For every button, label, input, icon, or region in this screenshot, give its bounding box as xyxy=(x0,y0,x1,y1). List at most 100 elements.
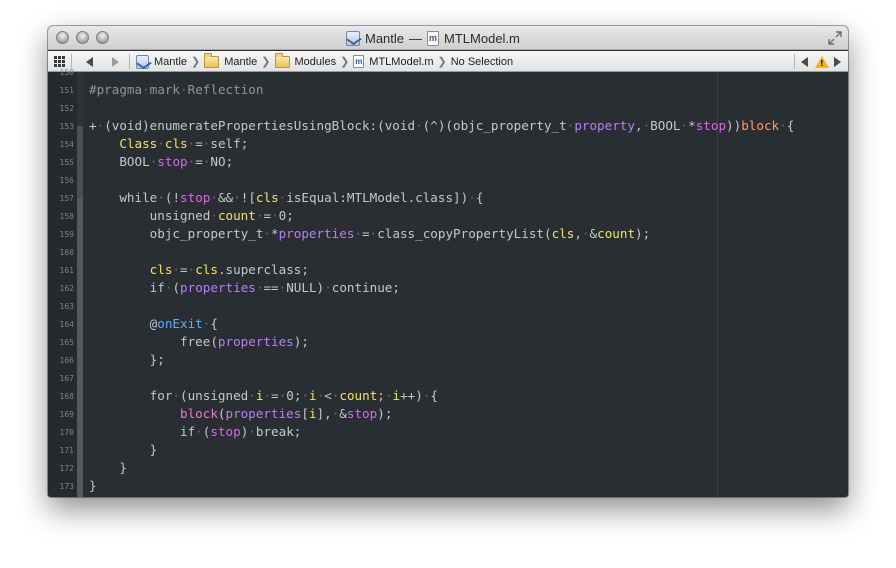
code-token: block xyxy=(180,406,218,421)
line-number: 162 xyxy=(59,284,74,293)
code-line[interactable]: cls·=·cls.superclass; xyxy=(89,261,309,279)
issue-indicator[interactable]: ! xyxy=(815,51,829,72)
line-number: 171 xyxy=(59,446,74,455)
code-token: NULL) xyxy=(286,280,325,295)
code-token: )) xyxy=(726,118,742,133)
code-token: { xyxy=(430,388,439,403)
zoom-button[interactable] xyxy=(96,31,109,44)
code-token: count xyxy=(217,208,256,223)
fullscreen-icon[interactable] xyxy=(828,31,842,45)
line-number: 159 xyxy=(59,230,74,239)
code-line[interactable]: +·(void)enumeratePropertiesUsingBlock:(v… xyxy=(89,117,794,135)
close-button[interactable] xyxy=(56,31,69,44)
code-line[interactable]: } xyxy=(89,441,158,459)
breadcrumb-project[interactable]: Mantle xyxy=(154,56,187,68)
objc-file-icon: m xyxy=(427,30,440,46)
code-token: && xyxy=(217,190,234,205)
window-title: Mantle — m MTLModel.m xyxy=(346,30,520,46)
code-line[interactable]: if·(stop)·break; xyxy=(89,423,301,441)
code-token: ( xyxy=(217,406,226,421)
code-token: } xyxy=(89,478,97,493)
code-token: count xyxy=(597,226,636,241)
line-number: 150 xyxy=(59,68,74,77)
code-token: cls xyxy=(164,136,188,151)
line-number: 165 xyxy=(59,338,74,347)
code-token: == xyxy=(263,280,279,295)
code-token: .superclass; xyxy=(217,262,309,277)
code-line[interactable]: unsigned·count·=·0; xyxy=(89,207,294,225)
code-line[interactable]: free(properties); xyxy=(89,333,309,351)
code-line[interactable]: } xyxy=(89,459,127,477)
breadcrumb-file[interactable]: MTLModel.m xyxy=(369,56,433,68)
next-issue-button[interactable] xyxy=(834,51,841,72)
code-token: & xyxy=(339,406,347,421)
code-token: if xyxy=(149,280,165,295)
code-token: · xyxy=(195,424,203,439)
line-number: 168 xyxy=(59,392,74,401)
code-token: ); xyxy=(377,406,393,421)
code-line[interactable]: BOOL·stop·=·NO; xyxy=(89,153,233,171)
code-token: (unsigned xyxy=(180,388,249,403)
code-token: * xyxy=(271,226,279,241)
title-bar: Mantle — m MTLModel.m xyxy=(48,26,848,50)
line-number: 163 xyxy=(59,302,74,311)
warning-icon: ! xyxy=(815,55,829,68)
code-token: · xyxy=(172,262,181,277)
project-icon xyxy=(136,54,149,69)
back-button[interactable] xyxy=(86,51,93,72)
previous-issue-icon xyxy=(801,56,808,67)
jump-bar: Mantle ❯ Mantle ❯ Modules ❯ m MTLModel.m… xyxy=(48,51,848,72)
chevron-right-icon: ❯ xyxy=(191,56,201,68)
code-line[interactable]: while·(!stop·&&·![cls·isEqual:MTLModel.c… xyxy=(89,189,483,207)
code-token: · xyxy=(233,190,241,205)
code-token: · xyxy=(142,82,150,97)
code-token: NO; xyxy=(210,154,234,169)
code-token: stop xyxy=(210,424,241,439)
code-token: = xyxy=(362,226,370,241)
breadcrumb-group-mantle[interactable]: Mantle xyxy=(224,56,257,68)
code-token: < xyxy=(324,388,332,403)
code-token: · xyxy=(324,280,332,295)
code-token: Reflection xyxy=(187,82,264,97)
code-folding-ribbon[interactable] xyxy=(77,72,83,497)
code-line[interactable]: #pragma·mark·Reflection xyxy=(89,81,263,99)
code-token: i xyxy=(308,406,317,421)
code-token: = xyxy=(271,388,279,403)
code-line[interactable]: block(properties[i],·&stop); xyxy=(89,405,392,423)
next-issue-icon xyxy=(834,56,841,67)
objc-file-icon: m xyxy=(353,55,365,68)
breadcrumb-selection[interactable]: No Selection xyxy=(451,56,513,68)
code-line[interactable]: }; xyxy=(89,351,165,369)
code-token: stop xyxy=(346,406,378,421)
code-token: · xyxy=(210,190,218,205)
code-line[interactable]: @onExit·{ xyxy=(89,315,218,333)
code-token: & xyxy=(589,226,598,241)
code-token: ; xyxy=(377,388,385,403)
forward-arrow-icon xyxy=(112,56,119,67)
code-line[interactable]: } xyxy=(89,477,97,495)
code-line[interactable]: if·(properties·==·NULL)·continue; xyxy=(89,279,400,297)
fold-band[interactable] xyxy=(77,198,83,497)
code-line[interactable]: for·(unsigned·i·=·0;·i·<·count;·i++)·{ xyxy=(89,387,438,405)
line-number: 172 xyxy=(59,464,74,473)
code-token: · xyxy=(581,226,590,241)
code-line[interactable]: Class·cls·=·self; xyxy=(89,135,248,153)
line-number: 166 xyxy=(59,356,74,365)
minimize-button[interactable] xyxy=(76,31,89,44)
breadcrumb-group-modules[interactable]: Modules xyxy=(295,56,337,68)
code-token: while xyxy=(119,190,158,205)
source-editor[interactable]: #pragma·mark·Reflection +·(void)enumerate… xyxy=(48,68,848,497)
line-number: 164 xyxy=(59,320,74,329)
divider xyxy=(129,54,130,69)
xcode-window: Mantle — m MTLModel.m Mantle ❯ Mantle ❯ … xyxy=(48,26,848,497)
code-token: mark xyxy=(149,82,181,97)
code-line[interactable]: objc_property_t·*properties·=·class_copy… xyxy=(89,225,651,243)
forward-button[interactable] xyxy=(112,51,119,72)
previous-issue-button[interactable] xyxy=(801,51,808,72)
